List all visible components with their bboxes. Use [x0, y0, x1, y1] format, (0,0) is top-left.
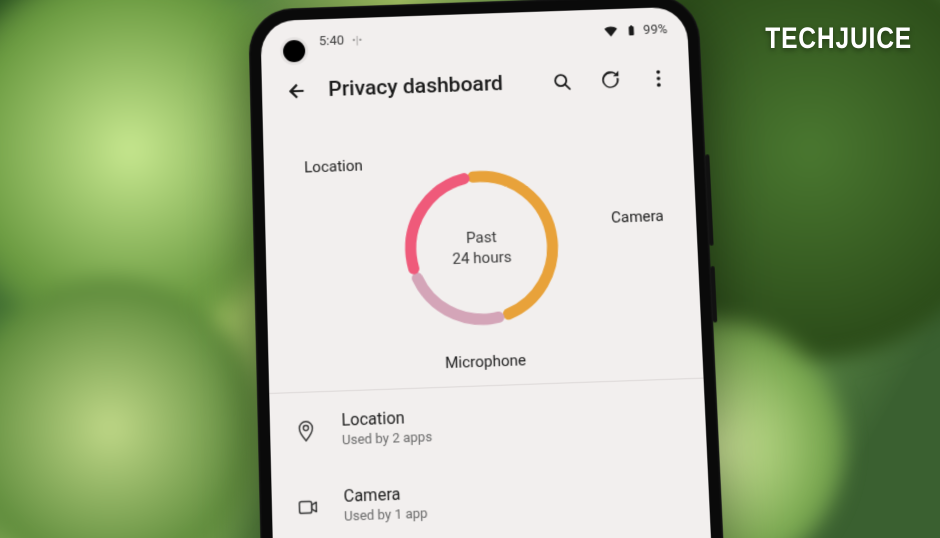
refresh-button[interactable] — [593, 63, 629, 98]
arrow-left-icon — [286, 80, 309, 103]
chart-label-location: Location — [304, 156, 363, 176]
chart-label-microphone: Microphone — [445, 351, 527, 372]
watermark-text: TECHJUICE — [765, 22, 912, 56]
donut-center-line1: Past — [466, 226, 497, 248]
chart-label-camera: Camera — [611, 207, 664, 227]
search-button[interactable] — [544, 64, 579, 99]
more-vert-icon — [647, 67, 670, 90]
row-subtitle: Used by 2 apps — [342, 430, 433, 449]
location-pin-icon — [294, 419, 317, 443]
permission-row-camera[interactable]: Camera Used by 1 app — [271, 454, 711, 538]
battery-percentage: 99% — [643, 22, 668, 38]
battery-icon — [625, 22, 638, 39]
notification-indicator-icon: •|• — [352, 33, 363, 46]
row-title: Location — [341, 407, 432, 430]
overflow-menu-button[interactable] — [641, 61, 677, 96]
phone-screen: 5:40 •|• 99% Privacy das — [260, 7, 723, 538]
back-button[interactable] — [280, 73, 315, 108]
row-subtitle: Used by 1 app — [344, 506, 428, 525]
phone-frame: 5:40 •|• 99% Privacy das — [248, 0, 737, 538]
status-time: 5:40 — [319, 33, 345, 49]
usage-donut-chart: Location Camera Microphone Past 24 hours — [263, 109, 704, 389]
wifi-icon — [602, 22, 620, 40]
donut-center-line2: 24 hours — [452, 247, 512, 270]
donut-center-label: Past 24 hours — [393, 158, 571, 337]
camera-icon — [296, 495, 319, 519]
search-icon — [551, 70, 574, 93]
row-title: Camera — [343, 483, 427, 506]
page-title: Privacy dashboard — [328, 71, 532, 102]
refresh-icon — [599, 69, 622, 92]
